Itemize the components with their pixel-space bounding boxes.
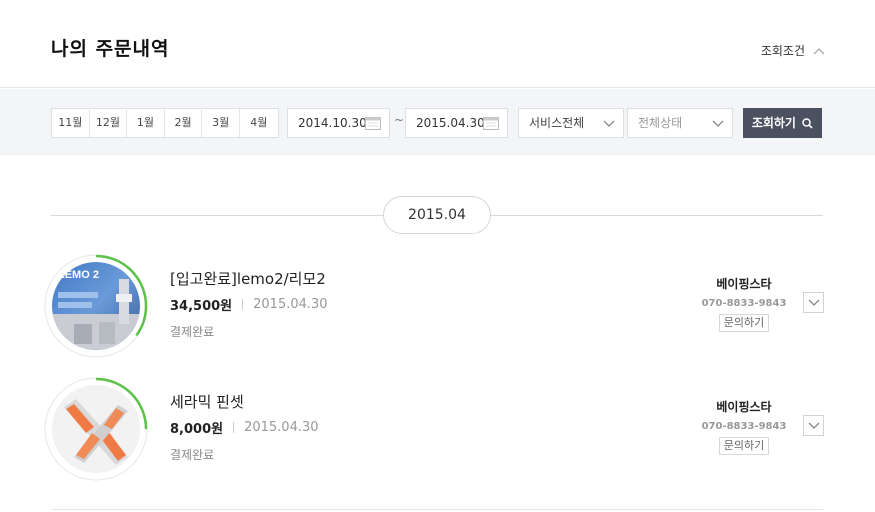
month-selector: 11월 12월 1월 2월 3월 4월 <box>51 108 279 138</box>
chevron-down-icon <box>808 422 820 429</box>
end-date-field[interactable]: 2015.04.30 <box>405 108 508 138</box>
separator <box>233 422 235 433</box>
product-thumbnail[interactable]: LEMO 2 <box>44 254 148 358</box>
order-item: LEMO 2 [입고완료]lemo2/리모2 34,500원 2015.04.3… <box>0 254 875 364</box>
order-status: 결제완료 <box>170 325 215 339</box>
search-button[interactable]: 조회하기 <box>743 108 822 138</box>
start-date-field[interactable]: 2014.10.30 <box>287 108 390 138</box>
product-name[interactable]: [입고완료]lemo2/리모2 <box>170 268 326 289</box>
chevron-up-icon <box>813 47 825 54</box>
seller-info: 베이핑스타 070-8833-9843 문의하기 <box>700 275 788 332</box>
calendar-icon <box>483 117 499 130</box>
month-button[interactable]: 2월 <box>165 109 203 137</box>
separator <box>242 299 244 310</box>
search-icon <box>802 118 813 129</box>
filter-bar: 11월 12월 1월 2월 3월 4월 2014.10.30 ~ 2015.04… <box>0 89 875 155</box>
search-button-label: 조회하기 <box>751 116 796 130</box>
month-button[interactable]: 12월 <box>90 109 128 137</box>
expand-order-button[interactable] <box>803 415 824 436</box>
search-conditions-toggle[interactable]: 조회조건 <box>761 42 825 59</box>
product-name[interactable]: 세라믹 핀셋 <box>170 391 244 412</box>
chevron-down-icon <box>603 120 615 127</box>
service-select[interactable]: 서비스전체 <box>518 108 624 138</box>
status-select[interactable]: 전체상태 <box>627 108 733 138</box>
start-date-value: 2014.10.30 <box>298 116 367 130</box>
page-title: 나의 주문내역 <box>51 38 170 60</box>
month-button[interactable]: 4월 <box>240 109 278 137</box>
expand-order-button[interactable] <box>803 292 824 313</box>
calendar-icon <box>365 117 381 130</box>
month-button[interactable]: 1월 <box>127 109 165 137</box>
seller-phone: 070-8833-9843 <box>701 421 787 432</box>
month-button[interactable]: 11월 <box>52 109 90 137</box>
date-separator: ~ <box>394 113 405 127</box>
search-conditions-label: 조회조건 <box>760 44 805 58</box>
chevron-down-icon <box>808 299 820 306</box>
order-month-badge: 2015.04 <box>383 196 491 234</box>
order-price: 8,000원 <box>170 422 224 437</box>
order-status: 결제완료 <box>170 448 215 462</box>
seller-info: 베이핑스타 070-8833-9843 문의하기 <box>700 398 788 455</box>
order-date: 2015.04.30 <box>244 420 319 435</box>
product-thumbnail[interactable] <box>44 377 148 481</box>
thumbnail-brand-text: LEMO 2 <box>58 269 99 281</box>
order-item: 세라믹 핀셋 8,000원 2015.04.30 결제완료 베이핑스타 070-… <box>0 377 875 487</box>
price-line: 34,500원 2015.04.30 <box>170 295 328 314</box>
page-header: 나의 주문내역 조회조건 <box>0 0 875 88</box>
order-price: 34,500원 <box>170 299 233 314</box>
list-bottom-divider <box>51 509 823 510</box>
seller-name: 베이핑스타 <box>716 400 772 414</box>
seller-name: 베이핑스타 <box>716 277 772 291</box>
seller-phone: 070-8833-9843 <box>701 298 787 309</box>
inquiry-button[interactable]: 문의하기 <box>718 314 770 332</box>
inquiry-button[interactable]: 문의하기 <box>718 437 770 455</box>
chevron-down-icon <box>712 120 724 127</box>
order-date: 2015.04.30 <box>253 297 328 312</box>
status-select-value: 전체상태 <box>638 116 683 130</box>
price-line: 8,000원 2015.04.30 <box>170 418 319 437</box>
service-select-value: 서비스전체 <box>529 116 585 130</box>
end-date-value: 2015.04.30 <box>416 116 485 130</box>
month-button[interactable]: 3월 <box>202 109 240 137</box>
